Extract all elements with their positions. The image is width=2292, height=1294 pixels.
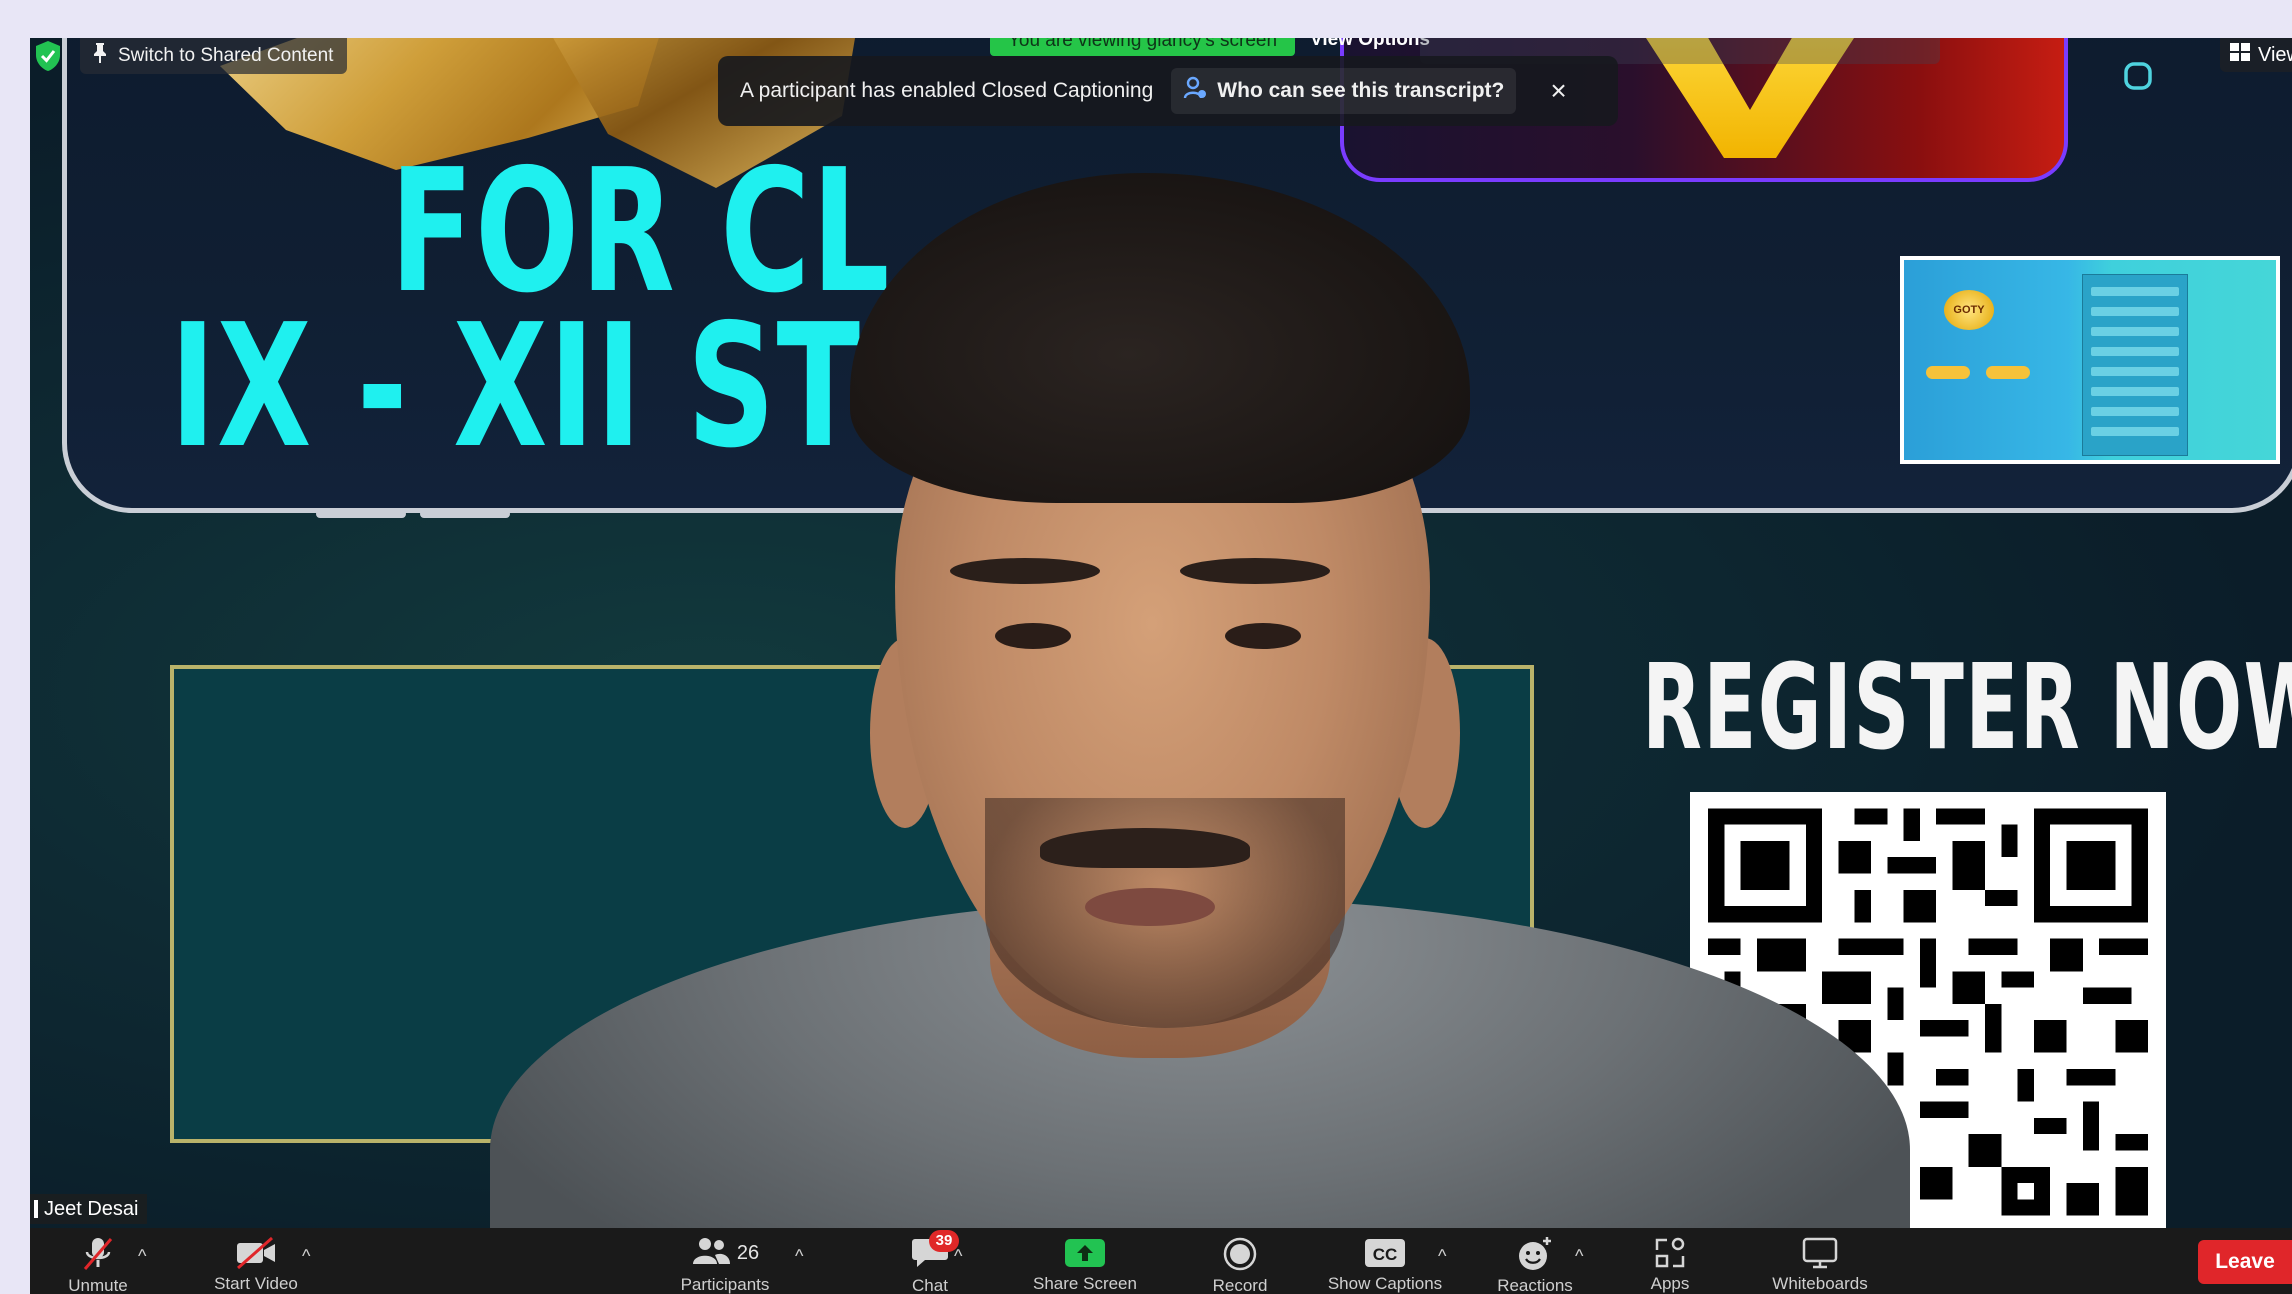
close-notification-icon[interactable]: ×	[1550, 77, 1566, 105]
thumbnail-form-row	[2091, 287, 2179, 296]
audio-options-caret-icon[interactable]: ^	[138, 1246, 146, 1267]
thumbnail-form-row	[2091, 427, 2179, 436]
thumbnail-button	[1926, 366, 1970, 379]
thumbnail-form-row	[2091, 367, 2179, 376]
switch-to-shared-content-label: Switch to Shared Content	[118, 45, 334, 66]
reactions-options-caret-icon[interactable]: ^	[1575, 1246, 1583, 1267]
video-options-caret-icon[interactable]: ^	[302, 1246, 310, 1267]
apps-button[interactable]: Apps	[1630, 1228, 1710, 1294]
participants-icon	[691, 1236, 731, 1271]
unmute-label: Unmute	[68, 1276, 128, 1294]
participant-eye	[995, 623, 1071, 649]
participants-button[interactable]: 26 Participants	[660, 1228, 790, 1294]
participant-mustache	[1040, 828, 1250, 868]
view-layout-label: View	[2258, 43, 2292, 66]
thumbnail-button	[1986, 366, 2030, 379]
grid-view-icon	[2230, 43, 2250, 67]
recording-indicator-icon	[2120, 58, 2156, 94]
record-label: Record	[1212, 1276, 1268, 1294]
unmute-button[interactable]: Unmute	[50, 1228, 146, 1294]
participant-brow	[1180, 558, 1330, 584]
closed-caption-notification: A participant has enabled Closed Caption…	[718, 56, 1618, 126]
thumbnail-logo: GOTY	[1944, 290, 1994, 330]
viewing-screen-banner: You are viewing glancy's screen	[990, 38, 1295, 56]
chat-options-caret-icon[interactable]: ^	[954, 1246, 962, 1267]
participants-label: Participants	[680, 1275, 770, 1294]
view-layout-button[interactable]: View	[2220, 38, 2292, 72]
switch-to-shared-content-button[interactable]: Switch to Shared Content	[80, 38, 348, 74]
reactions-label: Reactions	[1497, 1276, 1573, 1294]
participants-icon-wrap: 26	[691, 1236, 759, 1271]
share-screen-icon	[1064, 1236, 1106, 1270]
share-screen-label: Share Screen	[1033, 1274, 1137, 1293]
record-button[interactable]: Record	[1190, 1228, 1290, 1294]
participants-count: 26	[736, 1242, 760, 1264]
chat-icon-wrap: 39	[911, 1230, 959, 1272]
video-feed: FOR CL IX - XII ST REGISTER NOW	[30, 38, 2292, 1228]
slide-device-tab	[420, 510, 510, 518]
participant-brow	[950, 558, 1100, 584]
meeting-controls-bar: Unmute ^ Start Video ^ 26 Participants ^…	[30, 1228, 2292, 1294]
captions-options-caret-icon[interactable]: ^	[1438, 1246, 1446, 1267]
caption-notification-message: A participant has enabled Closed Caption…	[740, 79, 1154, 102]
encryption-shield-icon[interactable]	[34, 40, 62, 72]
participant-name: Jeet Desai	[44, 1197, 139, 1220]
share-screen-button[interactable]: Share Screen	[1010, 1228, 1160, 1294]
whiteboards-label: Whiteboards	[1772, 1274, 1868, 1293]
video-off-icon	[234, 1236, 278, 1270]
meeting-window: FOR CL IX - XII ST REGISTER NOW Switch t…	[30, 38, 2292, 1294]
whiteboards-button[interactable]: Whiteboards	[1750, 1228, 1890, 1294]
view-options-button[interactable]: View Options	[1310, 38, 1430, 52]
pin-icon	[92, 42, 108, 70]
who-can-see-transcript-label: Who can see this transcript?	[1217, 79, 1505, 102]
register-now-heading: REGISTER NOW	[1642, 638, 2292, 776]
participant-mouth	[1085, 888, 1215, 926]
participant-name-tag: Jeet Desai	[30, 1194, 147, 1224]
thumbnail-form-row	[2091, 327, 2179, 336]
thumbnail-form-row	[2091, 347, 2179, 356]
record-icon	[1222, 1236, 1258, 1272]
smiley-plus-icon	[1516, 1236, 1554, 1272]
start-video-label: Start Video	[214, 1274, 298, 1293]
participants-options-caret-icon[interactable]: ^	[795, 1246, 803, 1267]
person-info-icon	[1183, 76, 1207, 106]
thumbnail-content: GOTY	[1904, 260, 2276, 460]
apps-label: Apps	[1650, 1274, 1690, 1293]
show-captions-label: Show Captions	[1327, 1274, 1443, 1293]
chat-label: Chat	[912, 1276, 948, 1294]
cc-icon-text: CC	[1373, 1245, 1398, 1264]
thumbnail-form-row	[2091, 387, 2179, 396]
thumbnail-form-row	[2091, 307, 2179, 316]
thumbnail-form-row	[2091, 407, 2179, 416]
participant-eye	[1225, 623, 1301, 649]
audio-level-icon	[34, 1200, 38, 1218]
thumbnail-form	[2082, 274, 2188, 456]
apps-icon	[1653, 1236, 1687, 1270]
whiteboard-icon	[1801, 1236, 1839, 1270]
slide-device-tab	[316, 510, 406, 518]
who-can-see-transcript-button[interactable]: Who can see this transcript?	[1171, 68, 1517, 114]
closed-captions-icon: CC	[1364, 1236, 1406, 1270]
slide-line-2: IX - XII ST	[170, 288, 862, 486]
leave-button[interactable]: Leave	[2198, 1240, 2292, 1284]
shared-screen-thumbnail[interactable]: GOTY	[1900, 256, 2280, 464]
muted-microphone-icon	[81, 1236, 115, 1272]
